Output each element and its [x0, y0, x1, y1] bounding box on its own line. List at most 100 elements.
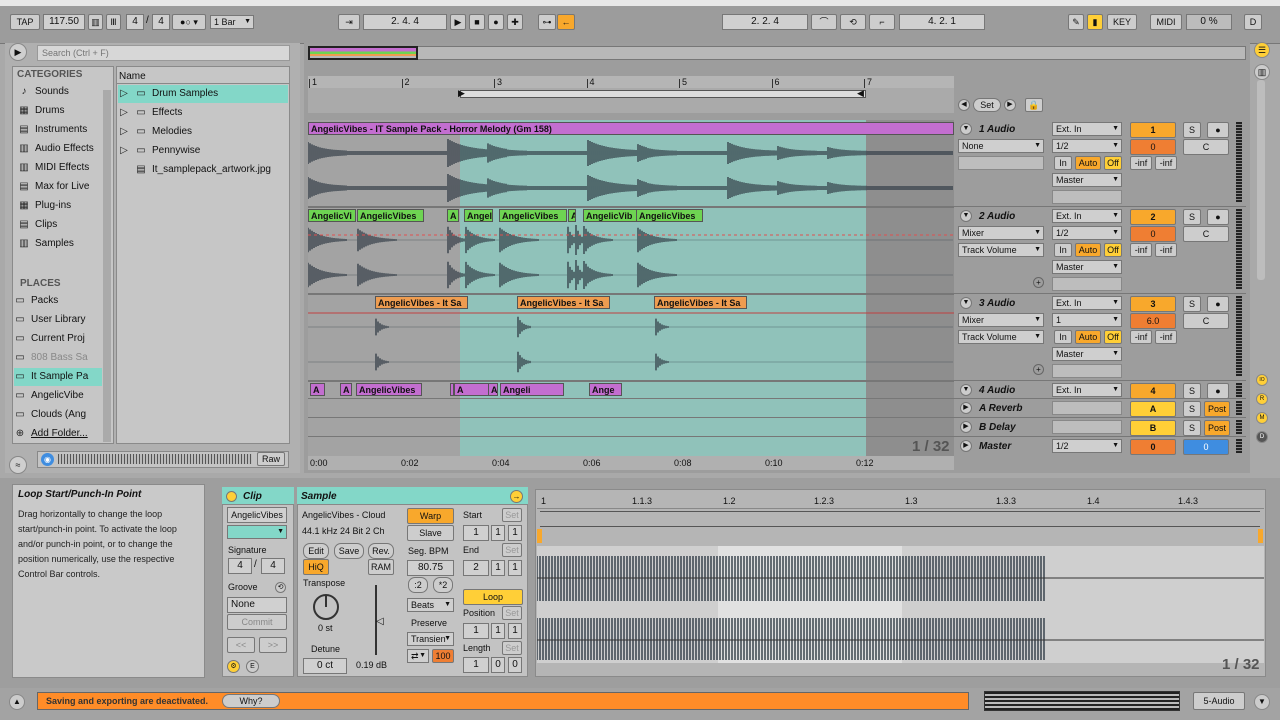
clip-activator-icon[interactable] [226, 491, 237, 502]
place-item-6[interactable]: ▭ Clouds (Ang [14, 406, 102, 424]
position-digit-field[interactable]: 0 [508, 657, 522, 673]
warp-mode-select[interactable]: Beats [407, 598, 454, 612]
half-tempo-button[interactable]: :2 [408, 577, 428, 593]
send-b-value[interactable]: -inf [1155, 243, 1177, 257]
clip-track-4[interactable]: A [340, 383, 352, 396]
draw-mode-icon[interactable]: ✎ [1068, 14, 1084, 30]
track-fold-icon[interactable]: ▶ [960, 440, 972, 452]
sample-loop-brace[interactable] [540, 511, 1260, 527]
returns-toggle-icon[interactable]: R [1256, 393, 1268, 405]
clip-track-4[interactable]: Ange [589, 383, 622, 396]
monitor-off-button[interactable]: Off [1104, 330, 1122, 344]
track-output-channel[interactable] [1052, 190, 1122, 204]
clip-track-2[interactable]: AngelicVib [583, 209, 637, 222]
solo-button[interactable]: S [1183, 383, 1201, 399]
metronome-icon[interactable]: ●○ ▾ [172, 14, 206, 30]
track-channel-select[interactable]: 1 [1052, 313, 1122, 327]
send-a-value[interactable]: -inf [1130, 243, 1152, 257]
groove-hot-swap-icon[interactable]: ⟲ [275, 582, 286, 593]
position-digit-field[interactable]: 1 [491, 560, 505, 576]
master-pan-field[interactable]: 0 [1183, 439, 1229, 455]
clip-track-4[interactable]: AngelicVibes [356, 383, 422, 396]
edit-button[interactable]: Edit [303, 543, 329, 559]
start-set-button[interactable]: Set [502, 508, 522, 522]
arrangement-position[interactable]: 2. 4. 4 [363, 14, 447, 30]
clip-color-select[interactable] [227, 525, 287, 539]
track-pan-field[interactable]: C [1183, 139, 1229, 155]
punch-in-icon[interactable]: ⌒ [811, 14, 837, 30]
automation-param-select[interactable]: Track Volume [958, 243, 1044, 257]
clip-track-4[interactable]: Angeli [500, 383, 564, 396]
envelope-fade-field[interactable]: 100 [432, 649, 454, 663]
category-item-plug-ins[interactable]: ▦ Plug-ins [18, 197, 102, 215]
monitor-off-button[interactable]: Off [1104, 243, 1122, 257]
transpose-knob[interactable] [311, 592, 341, 622]
send-b-value[interactable]: -inf [1155, 330, 1177, 344]
track-volume-field[interactable]: 0 [1130, 226, 1176, 242]
length-set-button[interactable]: Set [502, 641, 522, 655]
sample-loop-end-icon[interactable] [1258, 529, 1263, 543]
add-automation-icon[interactable]: + [1033, 364, 1044, 375]
place-item-2[interactable]: ▭ Current Proj [14, 330, 102, 348]
overview-strip[interactable] [308, 46, 1246, 60]
next-clip-button[interactable]: >> [259, 637, 287, 653]
pre-post-button[interactable]: Post [1204, 420, 1230, 436]
search-input[interactable] [37, 45, 290, 61]
monitor-auto-button[interactable]: Auto [1075, 330, 1101, 344]
locator-set-button[interactable]: Set [973, 98, 1001, 112]
nudge-icon[interactable]: ▥ [88, 14, 103, 30]
clip-track-2[interactable]: AngelicVi [308, 209, 356, 222]
warp-button[interactable]: Warp [407, 508, 454, 524]
track-name[interactable]: 4 Audio [979, 385, 1015, 396]
browser-toggle-icon[interactable]: ▶ [9, 43, 27, 61]
track-output-channel[interactable] [1052, 277, 1122, 291]
category-item-drums[interactable]: ▦ Drums [18, 102, 102, 120]
monitor-auto-button[interactable]: Auto [1075, 243, 1101, 257]
track-pan-field[interactable]: C [1183, 226, 1229, 242]
loop-start-marker[interactable]: ▶ [458, 88, 465, 99]
mixer-toggle-icon[interactable]: M [1256, 412, 1268, 424]
send-a-value[interactable]: -inf [1130, 156, 1152, 170]
play-icon[interactable]: ▶ [450, 14, 466, 30]
loop-end-marker[interactable]: ◀ [857, 88, 864, 99]
add-automation-icon[interactable]: + [1033, 277, 1044, 288]
nudge-up-icon[interactable]: Ⅲ [106, 14, 121, 30]
track-output-select[interactable]: Master [1052, 260, 1122, 274]
clip-track-2[interactable]: A [568, 209, 576, 222]
automation-param-empty[interactable] [958, 156, 1044, 170]
track-name[interactable]: A Reverb [979, 403, 1023, 414]
place-item-0[interactable]: ▭ Packs [14, 292, 102, 310]
track-pan-field[interactable]: C [1183, 313, 1229, 329]
sample-loop-start-icon[interactable] [537, 529, 542, 543]
clip-track-2[interactable]: A [447, 209, 459, 222]
overdub-icon[interactable]: ✚ [507, 14, 523, 30]
clip-track-2[interactable]: AngelicVibes [499, 209, 567, 222]
track-input-select[interactable]: Ext. In [1052, 383, 1122, 397]
key-map-button[interactable]: KEY [1107, 14, 1137, 30]
arm-icon[interactable]: ● [1207, 122, 1229, 138]
reverse-button[interactable]: Rev. [368, 543, 394, 559]
io-toggle-icon[interactable]: IO [1256, 374, 1268, 386]
send-a-value[interactable]: -inf [1130, 330, 1152, 344]
position-digit-field[interactable]: 0 [491, 657, 505, 673]
place-item-1[interactable]: ▭ User Library [14, 311, 102, 329]
track-activator[interactable]: 4 [1130, 383, 1176, 399]
arm-icon[interactable]: ● [1207, 209, 1229, 225]
track-activator[interactable]: A [1130, 401, 1176, 417]
keys-map-icon[interactable]: ▮ [1087, 14, 1103, 30]
track-channel-select[interactable]: 1/2 [1052, 226, 1122, 240]
track-activator[interactable]: 3 [1130, 296, 1176, 312]
delay-toggle-icon[interactable]: D [1256, 431, 1268, 443]
automation-device-select[interactable]: None [958, 139, 1044, 153]
track-input-select[interactable]: Ext. In [1052, 209, 1122, 223]
track-activator[interactable]: B [1130, 420, 1176, 436]
track-activator[interactable]: 2 [1130, 209, 1176, 225]
back-to-arrangement-icon[interactable]: ← [557, 14, 575, 30]
prev-clip-button[interactable]: << [227, 637, 255, 653]
monitor-in-button[interactable]: In [1054, 330, 1072, 344]
raw-button[interactable]: Raw [257, 452, 285, 466]
arrangement-scrollbar[interactable] [1257, 80, 1265, 280]
track-fold-icon[interactable]: ▶ [960, 402, 972, 414]
gain-handle-icon[interactable]: ◁ [376, 616, 384, 627]
hiq-button[interactable]: HiQ [303, 559, 329, 575]
